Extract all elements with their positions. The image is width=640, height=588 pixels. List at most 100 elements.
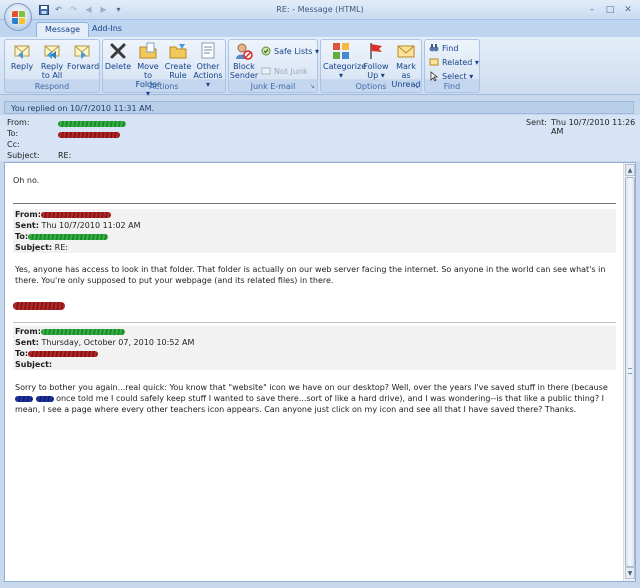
window-controls: – □ ✕ [584, 3, 636, 16]
vertical-scrollbar[interactable]: ▲ ▼ [623, 163, 635, 581]
from-value[interactable] [58, 119, 126, 128]
quote2-header: From: Sent: Thursday, October 07, 2010 1… [13, 326, 616, 370]
message-header: From: To: Cc: Subject: RE: Sent: Thu 10/… [0, 115, 640, 161]
junk-dialog-launcher-icon[interactable]: ↘ [310, 83, 315, 90]
group-actions: Delete Move to Folder ▾ Create Rule Othe… [102, 39, 226, 98]
minimize-button[interactable]: – [584, 3, 600, 16]
subject-value: RE: [58, 151, 72, 160]
other-actions-icon [199, 42, 217, 60]
tab-message[interactable]: Message [36, 22, 90, 37]
folder-move-icon [139, 42, 157, 60]
quote1-subject-value: RE: [52, 243, 68, 252]
quote2-sent-value: Thursday, October 07, 2010 10:52 AM [38, 338, 195, 347]
quote1-from-label: From: [15, 210, 41, 219]
find-label: Find [442, 43, 459, 53]
reply-icon [13, 42, 31, 60]
redacted-quote2-sender [40, 328, 125, 335]
group-respond: Reply Reply to All Forward Respond [4, 39, 100, 93]
move-label-1: Move to [137, 62, 159, 80]
scroll-down-button[interactable]: ▼ [625, 567, 635, 579]
rule-label-2: Rule [169, 71, 187, 80]
rule-label-1: Create [164, 62, 192, 71]
group-junk-email: Block Sender Safe Lists ▾ Not Junk Junk … [228, 39, 319, 93]
options-dialog-launcher-icon[interactable]: ↘ [414, 83, 419, 90]
group-find: Find Related ▾ Select ▾ Find [424, 39, 480, 93]
reply-all-label-2: to All [41, 71, 63, 80]
safe-lists-label: Safe Lists ▾ [274, 46, 319, 56]
not-junk-label: Not Junk [274, 66, 308, 76]
office-logo-icon [12, 11, 26, 25]
binoculars-icon [429, 43, 439, 53]
reply-all-label-1: Reply [40, 62, 64, 71]
find-button[interactable]: Find [429, 43, 458, 53]
quote1-text: Yes, anyone has access to look in that f… [15, 265, 606, 285]
rule-icon [169, 42, 187, 60]
envelope-unread-icon [397, 42, 415, 60]
reply-all-icon [43, 42, 61, 60]
sent-label: Sent: [526, 118, 547, 127]
group-junk-email-label: Junk E-mail [250, 82, 296, 91]
separator-line-2 [13, 322, 616, 323]
quote2-text-b: once told me I could safely keep stuff I… [15, 394, 604, 414]
redacted-name-2 [35, 395, 54, 402]
follow-label-2: Up ▾ [367, 71, 385, 80]
quote2-text: Sorry to bother you again...real quick: … [15, 382, 615, 415]
redacted-quote1-recipient [28, 233, 109, 240]
follow-label-1: Follow [363, 62, 389, 71]
close-button[interactable]: ✕ [620, 3, 636, 16]
create-rule-button[interactable]: Create Rule [163, 42, 193, 80]
tab-add-ins[interactable]: Add-Ins [84, 22, 130, 37]
reply-all-button[interactable]: Reply to All [37, 42, 67, 80]
title-bar: ↶ ↷ ◀ ▶ ▾ RE: - Message (HTML) – □ ✕ [0, 0, 640, 31]
ribbon: Reply Reply to All Forward Respond Delet… [0, 37, 640, 98]
quote2-text-a: Sorry to bother you again...real quick: … [15, 383, 608, 392]
cursor-icon [429, 71, 439, 82]
forward-icon [73, 42, 91, 60]
categorize-label-2: ▾ [338, 71, 343, 80]
quote1-sent-label: Sent: [15, 221, 39, 230]
group-options: Categorize ▾ Follow Up ▾ Mark as Unread … [320, 39, 422, 93]
follow-up-button[interactable]: Follow Up ▾ [361, 42, 391, 80]
maximize-button[interactable]: □ [602, 3, 618, 16]
safe-lists-button[interactable]: Safe Lists ▾ [261, 46, 319, 56]
to-label: To: [7, 129, 19, 138]
separator-line [13, 203, 616, 204]
quote2-sent-label: Sent: [15, 338, 39, 347]
not-junk-icon [261, 66, 271, 76]
group-respond-label: Respond [34, 82, 70, 91]
subject-label: Subject: [7, 151, 40, 160]
redacted-recipient [58, 131, 120, 138]
other-label-1: Other [196, 62, 220, 71]
info-bar[interactable]: You replied on 10/7/2010 11:31 AM. [4, 101, 634, 114]
block-sender-button[interactable]: Block Sender [229, 42, 259, 80]
group-options-label: Options [355, 82, 387, 91]
scroll-thumb[interactable] [625, 177, 635, 567]
reply-button[interactable]: Reply [7, 42, 37, 71]
related-button[interactable]: Related ▾ [429, 57, 479, 67]
to-value[interactable] [58, 130, 120, 139]
select-label: Select ▾ [442, 71, 474, 81]
reply-text: Oh no. [13, 176, 40, 185]
delete-button[interactable]: Delete [103, 42, 133, 71]
block-sender-icon [235, 42, 253, 60]
message-body[interactable]: Oh no. From: Sent: Thu 10/7/2010 11:02 A… [4, 162, 636, 582]
select-button[interactable]: Select ▾ [429, 71, 474, 82]
quote1-to-label: To: [15, 232, 29, 241]
group-find-label: Find [443, 82, 461, 91]
not-junk-button[interactable]: Not Junk [261, 66, 308, 76]
delete-x-icon [109, 42, 127, 60]
quote1-subject-label: Subject: [15, 243, 53, 252]
categorize-label-1: Categorize [323, 62, 367, 71]
office-button[interactable] [4, 3, 32, 31]
forward-button[interactable]: Forward [67, 42, 99, 71]
redacted-sender [58, 120, 126, 127]
block-label-2: Sender [229, 71, 259, 80]
scroll-up-button[interactable]: ▲ [625, 164, 635, 176]
categorize-button[interactable]: Categorize ▾ [323, 42, 366, 80]
safe-lists-icon [261, 46, 271, 56]
from-label: From: [7, 118, 30, 127]
redacted-quote1-sender [40, 211, 111, 218]
quote2-to-label: To: [15, 349, 29, 358]
group-actions-label: Actions [149, 82, 179, 91]
ribbon-tabs: Message Add-Ins [0, 20, 640, 37]
